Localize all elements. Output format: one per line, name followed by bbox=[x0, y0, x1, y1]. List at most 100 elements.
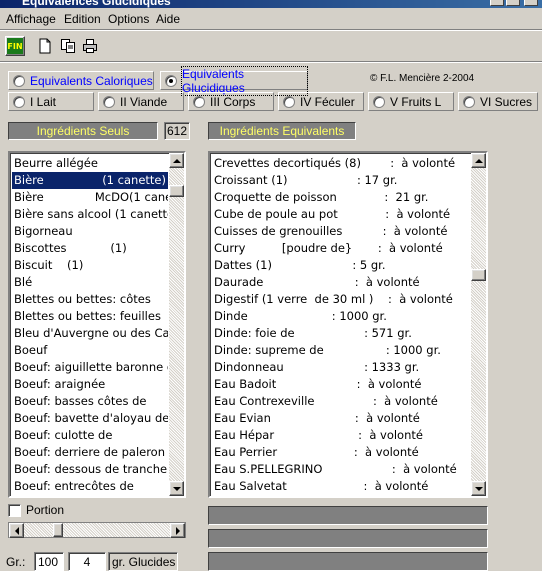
portion-checkbox[interactable] bbox=[8, 504, 21, 517]
ingredient-row[interactable]: Biscuit (1) bbox=[12, 257, 168, 274]
arrow-down-icon bbox=[474, 486, 483, 491]
ingredient-row[interactable]: Boeuf: bavette d'aloyau de bbox=[12, 410, 168, 427]
equivalents-scroll-down[interactable] bbox=[471, 481, 486, 496]
equivalent-row[interactable]: Cube de poule au pot : à volonté bbox=[212, 206, 468, 223]
ingredient-count: 612 bbox=[164, 122, 190, 140]
ingredients-scroll-thumb[interactable] bbox=[169, 185, 184, 197]
radio-cat-sucres-label: VI Sucres bbox=[480, 94, 533, 109]
ingredients-scrollbar[interactable] bbox=[169, 153, 184, 496]
ingredients-scroll-up[interactable] bbox=[169, 153, 184, 168]
radio-cat-viande-circle[interactable] bbox=[103, 95, 115, 108]
close-button[interactable] bbox=[524, 0, 538, 6]
status-bar-1 bbox=[208, 506, 488, 525]
equivalent-row[interactable]: Eau S.PELLEGRINO : à volonté bbox=[212, 461, 468, 478]
left-panel-header: Ingrédients Seuls bbox=[8, 122, 158, 140]
equivalent-row[interactable]: Daurade : à volonté bbox=[212, 274, 468, 291]
radio-caloriques[interactable]: Equivalents Caloriques bbox=[8, 71, 154, 90]
ingredient-row[interactable]: Boeuf: araignée bbox=[12, 376, 168, 393]
ingredients-list-rows: Beurre allégée Bière (1 canette) Bière McD… bbox=[12, 155, 168, 495]
radio-cat-fruits[interactable]: V Fruits L bbox=[368, 92, 454, 111]
arrow-up-icon bbox=[172, 158, 181, 163]
portion-slider-right[interactable] bbox=[170, 523, 185, 538]
ingredient-row[interactable]: Boeuf: dessous de tranche bbox=[12, 461, 168, 478]
ingredient-row[interactable]: Boeuf: entrecôtes de bbox=[12, 478, 168, 495]
menu-edition[interactable]: Edition bbox=[64, 12, 101, 26]
ingredient-row[interactable]: Bière sans alcool (1 canette) bbox=[12, 206, 168, 223]
ingredient-row[interactable]: Biscottes (1) bbox=[12, 240, 168, 257]
menu-options[interactable]: Options bbox=[108, 12, 149, 26]
equivalent-row[interactable]: Dinde : 1000 gr. bbox=[212, 308, 468, 325]
quantity-field[interactable]: 4 bbox=[68, 552, 106, 571]
equivalents-scrollbar[interactable] bbox=[471, 153, 486, 496]
equivalent-row[interactable]: Eau Contrexeville : à volonté bbox=[212, 393, 468, 410]
radio-cat-viande[interactable]: II Viande bbox=[98, 92, 184, 111]
print-button[interactable] bbox=[80, 36, 100, 56]
toolbar-separator bbox=[0, 29, 542, 31]
equivalent-row[interactable]: Digestif (1 verre de 30 ml ) : à volonté bbox=[212, 291, 468, 308]
radio-cat-feculents[interactable]: IV Féculer bbox=[278, 92, 364, 111]
portion-slider-thumb[interactable] bbox=[53, 523, 63, 537]
equivalents-list[interactable]: Crevettes decortiqués (8) : à volonté Cro… bbox=[208, 151, 488, 498]
minimize-button[interactable] bbox=[490, 0, 504, 6]
radio-cat-corps-label: III Corps bbox=[210, 94, 256, 109]
menu-affichage[interactable]: Affichage bbox=[6, 12, 56, 26]
copyright-text: © F.L. Mencière 2-2004 bbox=[370, 73, 475, 84]
equivalent-row[interactable]: Eau Evian : à volonté bbox=[212, 410, 468, 427]
radio-cat-sucres-circle[interactable] bbox=[463, 95, 475, 108]
radio-cat-lait[interactable]: I Lait bbox=[8, 92, 94, 111]
portion-label: Portion bbox=[26, 503, 65, 517]
copy-button[interactable] bbox=[58, 36, 78, 56]
radio-cat-corps[interactable]: III Corps bbox=[188, 92, 274, 111]
equivalent-row[interactable]: Eau Badoit : à volonté bbox=[212, 376, 468, 393]
new-button[interactable] bbox=[35, 36, 55, 56]
ingredient-row[interactable]: Bière (1 canette) bbox=[12, 172, 168, 189]
equivalent-row[interactable]: Eau Perrier : à volonté bbox=[212, 444, 468, 461]
ingredients-list[interactable]: Beurre allégée Bière (1 canette) Bière McD… bbox=[8, 151, 186, 498]
equivalent-row[interactable]: Croissant (1) : 17 gr. bbox=[212, 172, 468, 189]
portion-slider[interactable] bbox=[8, 522, 186, 538]
ingredient-row[interactable]: Blettes ou bettes: côtes bbox=[12, 291, 168, 308]
ingredient-row[interactable]: Boeuf: aiguillette baronne de bbox=[12, 359, 168, 376]
radio-cat-lait-circle[interactable] bbox=[13, 95, 25, 108]
gr-value-field[interactable]: 100 bbox=[34, 552, 64, 571]
ingredient-row[interactable]: Blé bbox=[12, 274, 168, 291]
equivalent-row[interactable]: Dattes (1) : 5 gr. bbox=[212, 257, 468, 274]
equivalent-row[interactable]: Eau Salvetat : à volonté bbox=[212, 478, 468, 495]
equivalent-row[interactable]: Crevettes decortiqués (8) : à volonté bbox=[212, 155, 468, 172]
ingredient-row[interactable]: Beurre allégée bbox=[12, 155, 168, 172]
ingredient-row[interactable]: Bleu d'Auvergne ou des Caus bbox=[12, 325, 168, 342]
radio-cat-fruits-label: V Fruits L bbox=[390, 94, 442, 109]
radio-cat-fruits-circle[interactable] bbox=[373, 95, 385, 108]
equivalent-row[interactable]: Dinde: supreme de : 1000 gr. bbox=[212, 342, 468, 359]
equivalent-row[interactable]: Eau Hépar : à volonté bbox=[212, 427, 468, 444]
ingredient-row[interactable]: Blettes ou bettes: feuilles bbox=[12, 308, 168, 325]
ingredient-row[interactable]: Boeuf: culotte de bbox=[12, 427, 168, 444]
radio-caloriques-circle[interactable] bbox=[13, 74, 25, 87]
radio-glucidiques[interactable]: Equivalents Glucidiques bbox=[160, 65, 308, 96]
equivalent-row[interactable]: Curry [poudre de} : à volonté bbox=[212, 240, 468, 257]
copy-icon bbox=[61, 39, 75, 53]
equivalent-row[interactable]: Dindonneau : 1333 gr. bbox=[212, 359, 468, 376]
ingredient-row[interactable]: Boeuf bbox=[12, 342, 168, 359]
ingredients-scroll-down[interactable] bbox=[169, 481, 184, 496]
radio-glucidiques-circle[interactable] bbox=[165, 74, 177, 87]
equivalent-row[interactable]: Dinde: foie de : 571 gr. bbox=[212, 325, 468, 342]
equivalent-row[interactable]: Croquette de poisson : 21 gr. bbox=[212, 189, 468, 206]
radio-glucidiques-label: Equivalents Glucidiques bbox=[181, 65, 308, 96]
equivalent-row[interactable]: Cuisses de grenouilles : à volonté bbox=[212, 223, 468, 240]
menu-aide[interactable]: Aide bbox=[156, 12, 180, 26]
maximize-button[interactable] bbox=[506, 0, 520, 6]
fin-button[interactable]: FIN bbox=[5, 36, 25, 56]
gr-label: Gr.: bbox=[6, 555, 26, 569]
equivalents-scroll-thumb[interactable] bbox=[471, 269, 486, 281]
radio-cat-corps-circle[interactable] bbox=[193, 95, 205, 108]
arrow-down-icon bbox=[172, 486, 181, 491]
ingredient-row[interactable]: Boeuf: basses côtes de bbox=[12, 393, 168, 410]
radio-cat-feculents-circle[interactable] bbox=[283, 95, 295, 108]
equivalents-scroll-up[interactable] bbox=[471, 153, 486, 168]
ingredient-row[interactable]: Bigorneau bbox=[12, 223, 168, 240]
radio-cat-sucres[interactable]: VI Sucres bbox=[458, 92, 538, 111]
portion-slider-left[interactable] bbox=[9, 523, 24, 538]
ingredient-row[interactable]: Boeuf: derriere de paleron bbox=[12, 444, 168, 461]
ingredient-row[interactable]: Bière McDO(1 canett bbox=[12, 189, 168, 206]
